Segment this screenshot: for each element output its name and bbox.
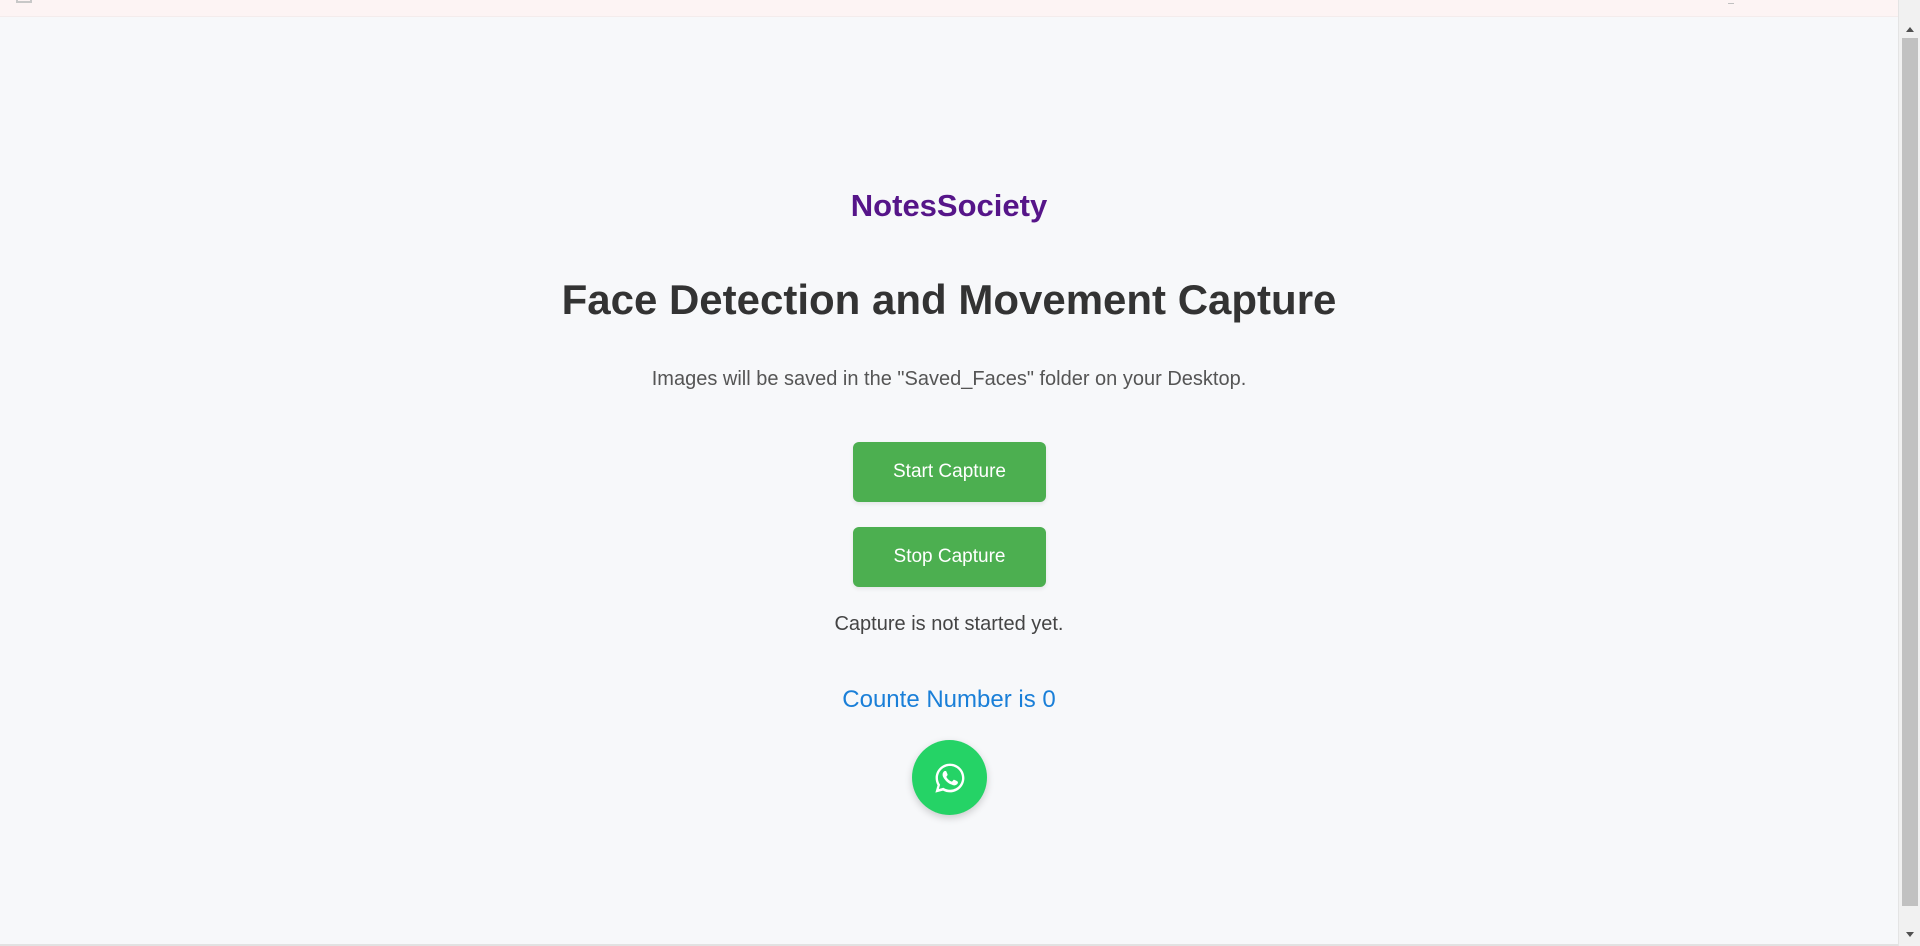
stop-capture-button[interactable]: Stop Capture — [853, 527, 1046, 587]
top-banner-strip — [0, 0, 1898, 17]
scroll-thumb[interactable] — [1902, 38, 1918, 906]
page-title: Face Detection and Movement Capture — [561, 276, 1337, 323]
top-right-mark — [1728, 0, 1734, 4]
save-location-note: Images will be saved in the "Saved_Faces… — [651, 368, 1247, 390]
capture-counter: Counte Number is 0 — [842, 686, 1056, 713]
page-viewport: NotesSociety Face Detection and Movement… — [0, 0, 1898, 946]
whatsapp-icon — [934, 763, 964, 793]
vertical-scrollbar[interactable] — [1898, 0, 1920, 946]
capture-status-text: Capture is not started yet. — [834, 613, 1064, 635]
start-capture-button[interactable]: Start Capture — [853, 442, 1046, 502]
brand-name: NotesSociety — [850, 188, 1048, 223]
scroll-up-arrow-icon[interactable] — [1899, 20, 1920, 38]
whatsapp-button[interactable] — [912, 740, 987, 815]
corner-icon — [16, 0, 32, 3]
scroll-down-arrow-icon[interactable] — [1899, 926, 1920, 944]
